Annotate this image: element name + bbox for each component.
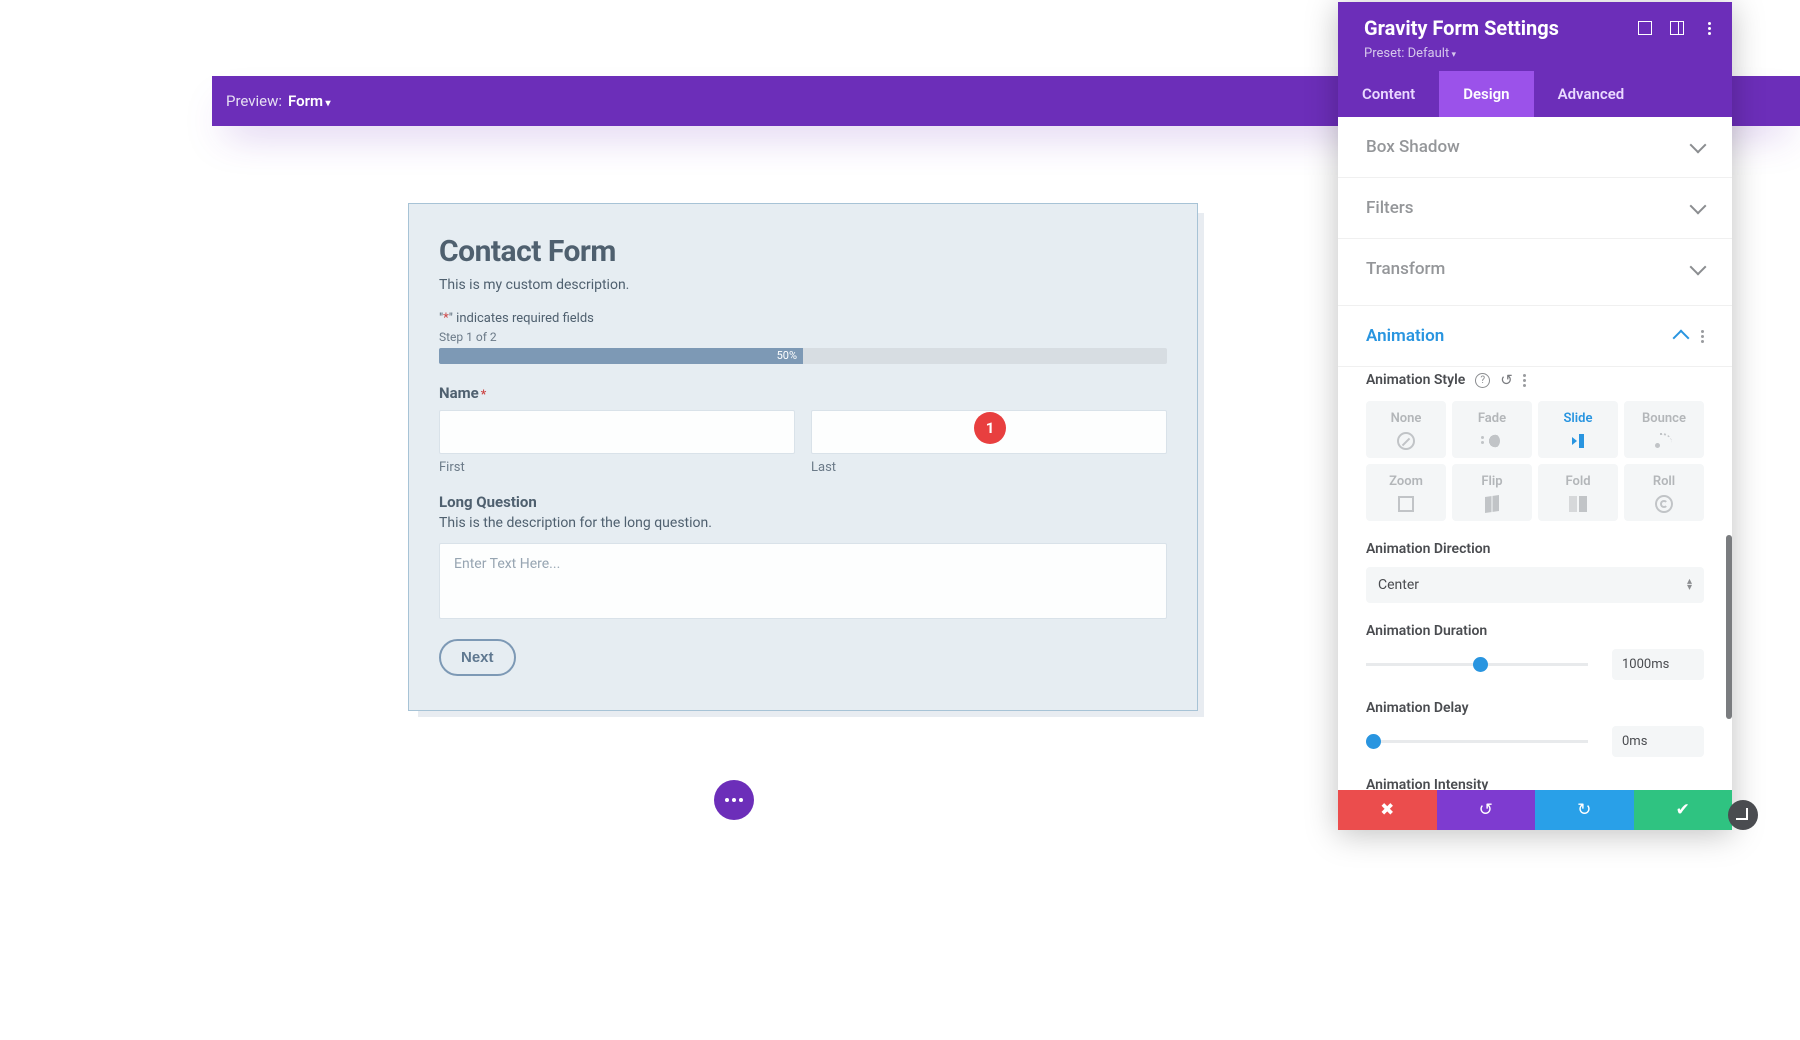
progress-fill: 50% [439,348,803,364]
preset-dropdown[interactable]: Preset: Default [1364,46,1716,61]
panel-header: Gravity Form Settings Preset: Default [1338,2,1732,71]
chevron-down-icon [1690,137,1707,154]
animation-duration-slider[interactable] [1366,663,1588,666]
progress-bar: 50% [439,348,1167,364]
save-button[interactable]: ✔ [1634,790,1733,830]
select-arrows-icon: ▴▾ [1687,579,1692,591]
layout-icon[interactable] [1670,21,1684,35]
animation-style-label: Animation Style [1366,372,1465,388]
scrollbar-indicator[interactable] [1726,535,1732,719]
tab-advanced[interactable]: Advanced [1534,71,1649,117]
animation-style-none[interactable]: None [1366,401,1446,458]
help-icon[interactable]: ? [1475,373,1490,388]
long-question-textarea[interactable]: Enter Text Here... [439,543,1167,619]
animation-direction-label: Animation Direction [1366,541,1704,557]
tab-design[interactable]: Design [1439,71,1533,117]
panel-tabs: Content Design Advanced [1338,71,1732,117]
animation-style-fade[interactable]: Fade [1452,401,1532,458]
chevron-down-icon [1690,259,1707,276]
resize-handle[interactable] [1728,800,1758,830]
chevron-down-icon [1690,198,1707,215]
section-transform[interactable]: Transform [1338,239,1732,305]
form-description: This is my custom description. [439,277,1167,293]
section-filters[interactable]: Filters [1338,178,1732,239]
animation-style-grid: None Fade Slide Bounce Zoom [1366,401,1704,521]
form-title: Contact Form [439,234,1167,269]
slider-thumb[interactable] [1366,734,1381,749]
close-button[interactable]: ✖ [1338,790,1437,830]
last-name-sublabel: Last [811,460,1167,475]
animation-delay-slider[interactable] [1366,740,1588,743]
first-name-input[interactable] [439,410,795,454]
long-question-description: This is the description for the long que… [439,515,1167,531]
panel-title: Gravity Form Settings [1364,16,1559,40]
reset-icon[interactable]: ↺ [1500,371,1513,389]
chevron-up-icon [1673,330,1690,347]
first-name-sublabel: First [439,460,795,475]
panel-body: Box Shadow Filters Transform Animation A… [1338,117,1732,830]
section-more-icon[interactable] [1701,330,1704,343]
animation-duration-value[interactable]: 1000ms [1612,649,1704,680]
progress-percent: 50% [777,348,797,364]
animation-style-roll[interactable]: Roll [1624,464,1704,521]
step-indicator: Step 1 of 2 [439,330,1167,344]
undo-button[interactable]: ↺ [1437,790,1536,830]
redo-button[interactable]: ↻ [1535,790,1634,830]
animation-delay-label: Animation Delay [1366,700,1704,716]
animation-style-flip[interactable]: Flip [1452,464,1532,521]
more-icon[interactable] [1702,21,1716,35]
long-question-label: Long Question [439,493,1167,511]
panel-footer: ✖ ↺ ↻ ✔ [1338,790,1732,830]
expand-icon[interactable] [1638,21,1652,35]
section-box-shadow[interactable]: Box Shadow [1338,117,1732,178]
annotation-badge-1: 1 [974,412,1006,444]
animation-section-body: Animation Style ? ↺ None Fade Slide [1338,367,1732,811]
tab-content[interactable]: Content [1338,71,1439,117]
more-actions-fab[interactable] [714,780,754,820]
settings-panel: Gravity Form Settings Preset: Default Co… [1338,2,1732,830]
animation-style-fold[interactable]: Fold [1538,464,1618,521]
animation-style-zoom[interactable]: Zoom [1366,464,1446,521]
form-preview: Contact Form This is my custom descripti… [408,203,1198,711]
animation-delay-value[interactable]: 0ms [1612,726,1704,757]
animation-duration-label: Animation Duration [1366,623,1704,639]
animation-style-bounce[interactable]: Bounce [1624,401,1704,458]
slider-thumb[interactable] [1473,657,1488,672]
section-animation[interactable]: Animation [1338,305,1732,367]
preview-dropdown[interactable]: Form [288,92,331,110]
required-note: "*" indicates required fields [439,311,1167,326]
animation-direction-select[interactable]: Center ▴▾ [1366,567,1704,603]
next-button[interactable]: Next [439,639,516,676]
animation-style-slide[interactable]: Slide [1538,401,1618,458]
name-field-label: Name* [439,384,1167,402]
preview-label: Preview: [226,92,282,110]
option-more-icon[interactable] [1523,374,1526,387]
